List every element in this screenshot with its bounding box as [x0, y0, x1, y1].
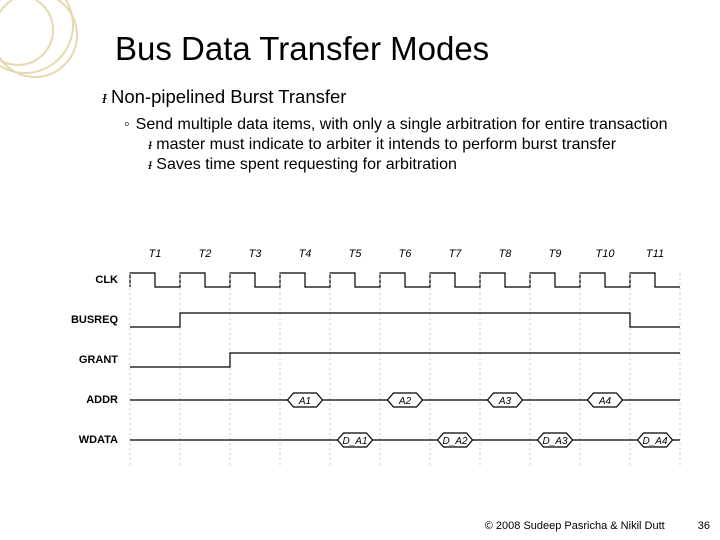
copyright: © 2008 Sudeep Pasricha & Nikil Dutt: [485, 520, 665, 532]
page-number: 36: [698, 520, 710, 532]
svg-text:A4: A4: [598, 396, 612, 407]
svg-text:T6: T6: [399, 248, 413, 260]
bullet-icon: ᵻ: [148, 156, 152, 173]
svg-text:D_A4: D_A4: [642, 436, 667, 447]
svg-text:T2: T2: [199, 248, 212, 260]
svg-text:T10: T10: [596, 248, 616, 260]
svg-text:A1: A1: [298, 396, 311, 407]
footer: © 2008 Sudeep Pasricha & Nikil Dutt 36: [485, 520, 710, 532]
subsub-bullet-2: ᵻSaves time spent requesting for arbitra…: [148, 155, 700, 175]
bullet-main-text: Non-pipelined Burst Transfer: [111, 86, 346, 107]
bullet-main: ᵻNon-pipelined Burst Transfer: [102, 86, 700, 109]
svg-text:WDATA: WDATA: [79, 434, 118, 446]
slide-title: Bus Data Transfer Modes: [115, 30, 700, 68]
svg-text:ADDR: ADDR: [86, 394, 118, 406]
svg-text:T7: T7: [449, 248, 463, 260]
svg-text:T3: T3: [249, 248, 263, 260]
sub-bullet: ◦ Send multiple data items, with only a s…: [124, 115, 700, 135]
svg-text:A2: A2: [398, 396, 412, 407]
svg-text:D_A1: D_A1: [342, 436, 367, 447]
svg-text:D_A2: D_A2: [442, 436, 467, 447]
bullet-icon: ᵻ: [102, 88, 107, 108]
sub-bullet-text: Send multiple data items, with only a si…: [136, 116, 668, 133]
svg-text:T1: T1: [149, 248, 162, 260]
subsub-text-2: Saves time spent requesting for arbitrat…: [156, 156, 457, 173]
svg-text:T5: T5: [349, 248, 363, 260]
svg-text:BUSREQ: BUSREQ: [71, 314, 119, 326]
bullet-icon: ᵻ: [148, 136, 152, 153]
svg-text:T11: T11: [646, 248, 664, 260]
timing-diagram: T1 T2 T3 T4 T5 T6 T7 T8 T9 T10 T11 CLK BUSREQ GRANT AD…: [60, 245, 700, 485]
svg-text:T4: T4: [299, 248, 312, 260]
svg-text:GRANT: GRANT: [79, 354, 118, 366]
svg-text:D_A3: D_A3: [542, 436, 567, 447]
svg-text:CLK: CLK: [95, 274, 118, 286]
sub-bullet-icon: ◦: [124, 116, 130, 133]
svg-text:T8: T8: [499, 248, 513, 260]
svg-text:T9: T9: [549, 248, 562, 260]
svg-text:A3: A3: [498, 396, 512, 407]
subsub-text-1: master must indicate to arbiter it inten…: [156, 136, 616, 153]
subsub-bullet-1: ᵻmaster must indicate to arbiter it inte…: [148, 135, 700, 155]
